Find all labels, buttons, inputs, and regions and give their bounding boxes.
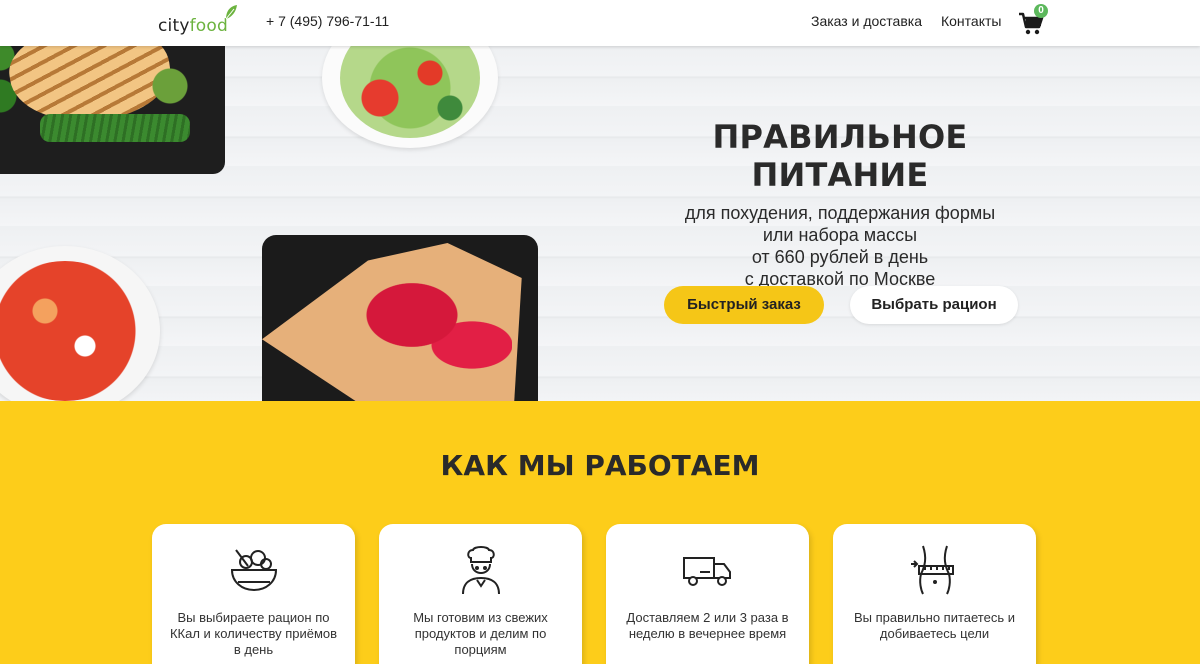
hero-line: для похудения, поддержания формы bbox=[684, 203, 996, 223]
hero-text: ПРАВИЛЬНОЕ ПИТАНИЕ для похудения, поддер… bbox=[620, 118, 1060, 290]
food-tray-chicken bbox=[0, 46, 225, 174]
logo[interactable]: cityfood bbox=[158, 5, 237, 36]
hero-line: от 660 рублей в день bbox=[751, 247, 929, 267]
main-nav: Заказ и доставка Контакты bbox=[811, 13, 1001, 29]
leaf-icon bbox=[225, 5, 237, 20]
nav-contacts[interactable]: Контакты bbox=[941, 13, 1001, 29]
salad-bowl-image bbox=[322, 46, 498, 148]
delivery-truck-icon bbox=[683, 557, 731, 586]
chef-icon bbox=[462, 546, 500, 595]
food-tray-crepes bbox=[262, 235, 538, 401]
step-text: Мы готовим из свежих продуктов и делим п… bbox=[413, 610, 548, 657]
choose-plan-button[interactable]: Выбрать рацион bbox=[850, 286, 1018, 324]
cart-button[interactable]: 0 bbox=[1018, 4, 1050, 36]
soup-bowl-image bbox=[0, 246, 160, 401]
steps-list: Вы выбираете рацион по ККал и количеству… bbox=[152, 524, 1036, 664]
waist-measure-icon bbox=[911, 545, 954, 595]
how-we-work-section: КАК МЫ РАБОТАЕМ Вы выбираете рацион по К… bbox=[0, 401, 1200, 664]
hero-subtitle: для похудения, поддержания формы или наб… bbox=[620, 202, 1060, 290]
step-card: Доставляем 2 или 3 раза в неделю в вечер… bbox=[606, 524, 809, 664]
quick-order-button[interactable]: Быстрый заказ bbox=[664, 286, 824, 324]
phone-number[interactable]: + 7 (495) 796-71-11 bbox=[266, 13, 389, 29]
step-text: Вы выбираете рацион по ККал и количеству… bbox=[169, 610, 338, 657]
hero-line: или набора массы bbox=[762, 225, 918, 245]
cart-count-badge: 0 bbox=[1034, 4, 1048, 18]
logo-food: food bbox=[189, 16, 228, 36]
step-card: Мы готовим из свежих продуктов и делим п… bbox=[379, 524, 582, 664]
step-card: Вы выбираете рацион по ККал и количеству… bbox=[152, 524, 355, 664]
hero-banner: ПРАВИЛЬНОЕ ПИТАНИЕ для похудения, поддер… bbox=[0, 46, 1200, 401]
nav-order-delivery[interactable]: Заказ и доставка bbox=[811, 13, 922, 29]
logo-city: city bbox=[158, 16, 190, 36]
salad-bowl-icon bbox=[230, 549, 278, 592]
section-title: КАК МЫ РАБОТАЕМ bbox=[440, 449, 760, 482]
site-header: cityfood + 7 (495) 796-71-11 Заказ и дос… bbox=[0, 0, 1200, 46]
step-text: Вы правильно питаетесь и добиваетесь цел… bbox=[854, 610, 1015, 641]
hero-title: ПРАВИЛЬНОЕ ПИТАНИЕ bbox=[712, 118, 968, 194]
step-text: Доставляем 2 или 3 раза в неделю в вечер… bbox=[626, 610, 789, 641]
step-card: Вы правильно питаетесь и добиваетесь цел… bbox=[833, 524, 1036, 664]
